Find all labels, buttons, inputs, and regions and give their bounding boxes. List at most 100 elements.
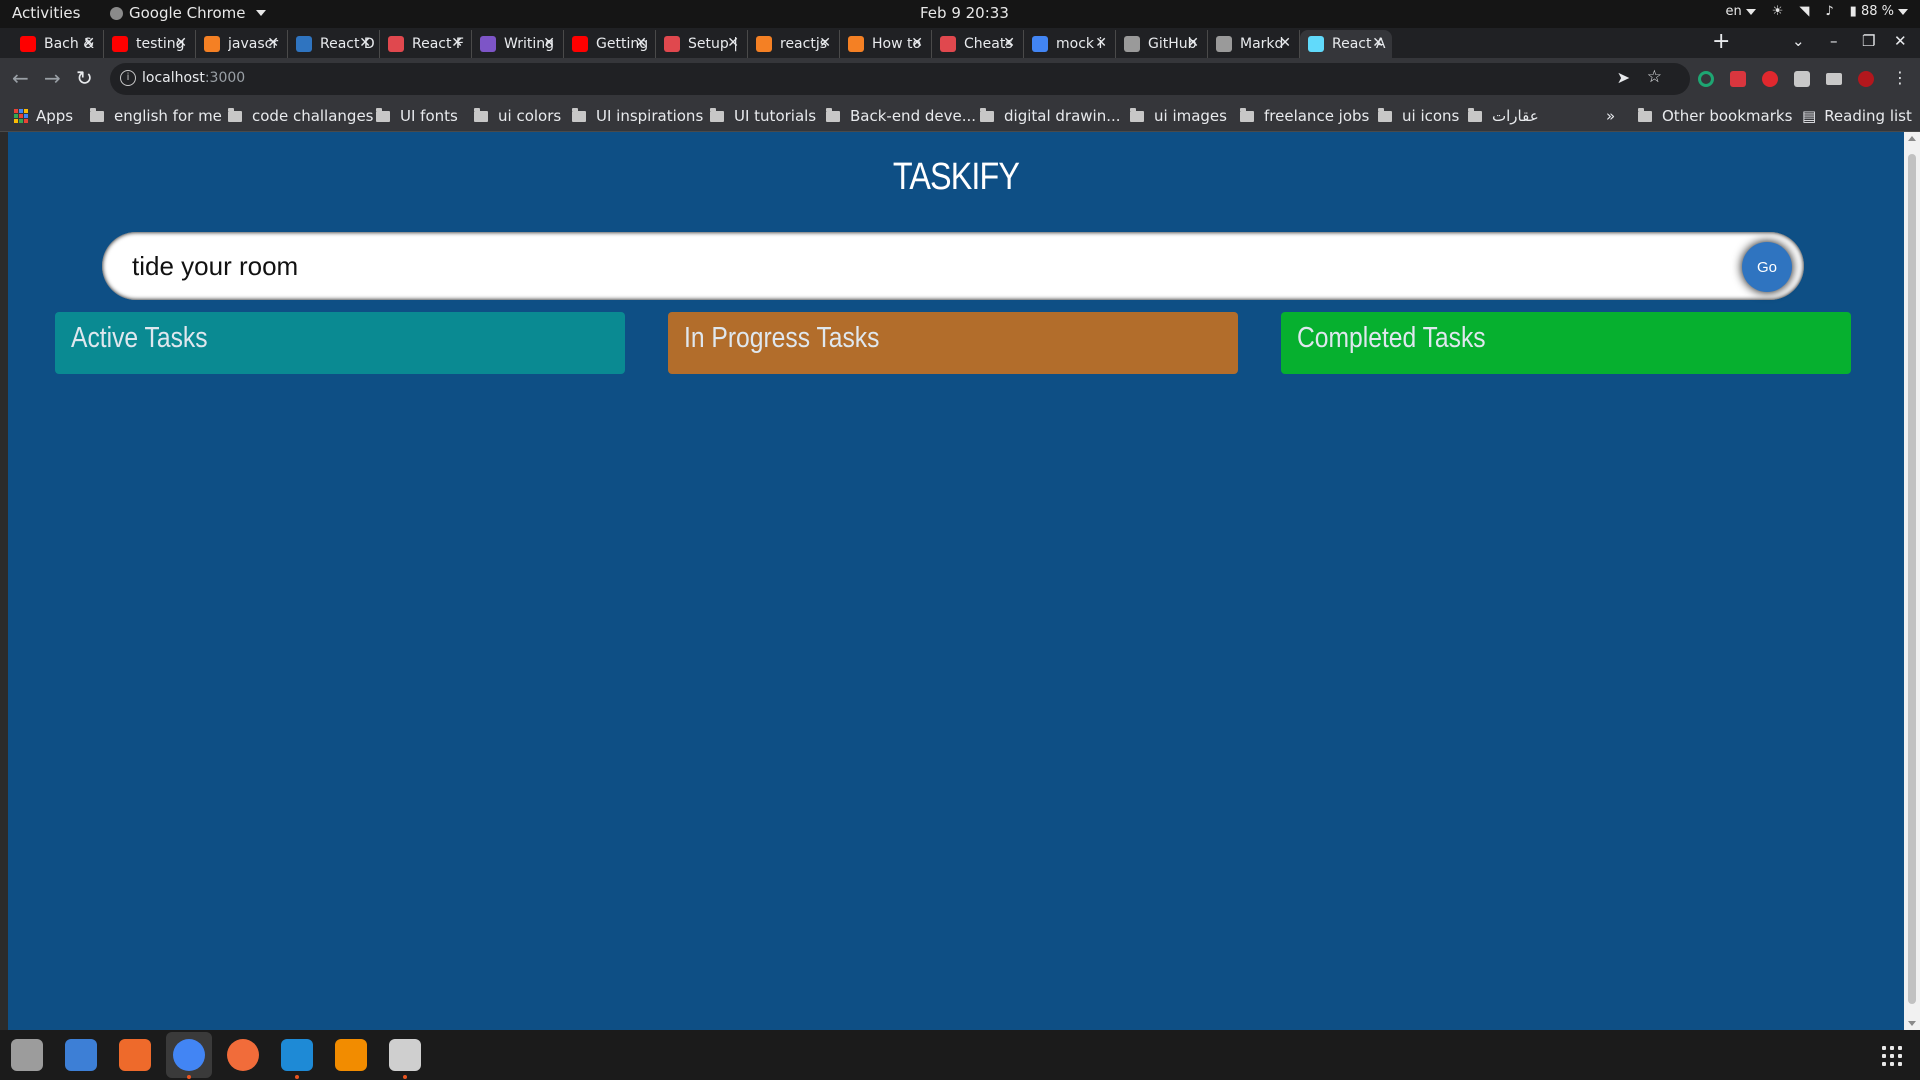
scrollbar-thumb[interactable]	[1908, 154, 1916, 1004]
folder-icon	[980, 107, 994, 122]
browser-tab[interactable]: testing ✕	[104, 30, 196, 58]
vscode-icon[interactable]	[281, 1039, 313, 1071]
system-tray[interactable]: en ☀ ◥ ♪ ▮ 88 %	[1725, 4, 1908, 19]
bookmark-folder[interactable]: ui colors	[474, 107, 561, 125]
close-tab-icon[interactable]: ✕	[727, 35, 739, 51]
postman-icon[interactable]	[227, 1039, 259, 1071]
bookmark-folder-label: عقارات	[1492, 107, 1539, 125]
window-border	[0, 132, 8, 1030]
maximize-button[interactable]: ❐	[1862, 32, 1875, 50]
browser-tab[interactable]: Getting ✕	[564, 30, 656, 58]
close-tab-icon[interactable]: ✕	[1095, 35, 1107, 51]
github-icon	[1216, 36, 1232, 52]
browser-tab[interactable]: How to ✕	[840, 30, 932, 58]
address-bar[interactable]: i localhost:3000 ➤ ☆	[110, 63, 1690, 95]
bookmarks-overflow-button[interactable]: »	[1606, 107, 1615, 125]
chrome-icon[interactable]	[173, 1039, 205, 1071]
browser-tab[interactable]: GitHub ✕	[1116, 30, 1208, 58]
browser-tab[interactable]: Setup | ✕	[656, 30, 748, 58]
close-tab-icon[interactable]: ✕	[543, 35, 555, 51]
chevron-down-icon	[1898, 8, 1908, 15]
browser-tab[interactable]: javascr ✕	[196, 30, 288, 58]
bookmark-star-icon[interactable]: ☆	[1647, 67, 1662, 87]
brightness-icon: ☀	[1771, 4, 1784, 19]
browser-tab[interactable]: Cheats ✕	[932, 30, 1024, 58]
close-tab-icon[interactable]: ✕	[175, 35, 187, 51]
minimize-button[interactable]: –	[1830, 32, 1838, 50]
close-tab-icon[interactable]: ✕	[1003, 35, 1015, 51]
bookmark-folder[interactable]: code challanges	[228, 107, 374, 125]
bookmark-folder[interactable]: Back-end deve...	[826, 107, 976, 125]
vlc-icon[interactable]	[335, 1039, 367, 1071]
extension-screenshot-icon[interactable]	[1730, 71, 1746, 87]
back-button[interactable]: ←	[12, 68, 29, 88]
task-input[interactable]	[102, 232, 1804, 300]
text-editor-icon[interactable]	[65, 1039, 97, 1071]
browser-tab[interactable]: reactjs ✕	[748, 30, 840, 58]
bookmark-folder-label: code challanges	[252, 107, 374, 125]
youtube-icon	[20, 36, 36, 52]
bookmark-other[interactable]: Other bookmarks	[1638, 107, 1792, 125]
stackoverflow-icon	[756, 36, 772, 52]
reading-list-button[interactable]: ▤ Reading list	[1802, 107, 1912, 125]
url-text: localhost:3000	[142, 70, 245, 86]
bookmark-folder[interactable]: ui icons	[1378, 107, 1459, 125]
bookmark-folder[interactable]: ui images	[1130, 107, 1227, 125]
browser-tab[interactable]: Markd ✕	[1208, 30, 1300, 58]
bookmark-folder[interactable]: UI fonts	[376, 107, 458, 125]
bookmark-folder[interactable]: عقارات	[1468, 107, 1539, 125]
tab-search-button[interactable]: ⌄	[1792, 32, 1805, 50]
chevron-down-icon	[1745, 8, 1756, 15]
show-applications-icon[interactable]	[1882, 1046, 1902, 1066]
bookmark-folder[interactable]: UI inspirations	[572, 107, 703, 125]
chrome-menu-icon[interactable]: ⋮	[1892, 68, 1908, 88]
media-controls-icon[interactable]	[1826, 73, 1842, 85]
system-clock[interactable]: Feb 9 20:33	[920, 4, 1009, 22]
bookmark-folder[interactable]: digital drawin...	[980, 107, 1121, 125]
screenshot-icon[interactable]	[389, 1039, 421, 1071]
page-scrollbar[interactable]	[1904, 132, 1920, 1030]
bookmark-folder-label: UI tutorials	[734, 107, 817, 125]
apps-grid-icon	[14, 109, 28, 123]
scroll-down-arrow-icon[interactable]	[1908, 1021, 1916, 1026]
go-button[interactable]: Go	[1742, 242, 1792, 292]
activities-button[interactable]: Activities	[12, 4, 80, 22]
scroll-up-arrow-icon[interactable]	[1908, 136, 1916, 141]
browser-tab[interactable]: React D ✕	[288, 30, 380, 58]
forward-button[interactable]: →	[44, 68, 61, 88]
browser-tab[interactable]: React F ✕	[380, 30, 472, 58]
browser-tab[interactable]: mock i ✕	[1024, 30, 1116, 58]
extensions-puzzle-icon[interactable]	[1794, 71, 1810, 87]
close-window-button[interactable]: ✕	[1894, 32, 1907, 50]
bookmark-apps[interactable]: Apps	[14, 107, 73, 125]
reload-button[interactable]: ↻	[76, 68, 93, 88]
close-tab-icon[interactable]: ✕	[635, 35, 647, 51]
completed-tasks-title: Completed Tasks	[1297, 322, 1486, 354]
extension-grammarly-icon[interactable]	[1698, 71, 1714, 87]
browser-tab[interactable]: Writing ✕	[472, 30, 564, 58]
bookmark-folder[interactable]: english for me	[90, 107, 222, 125]
new-tab-button[interactable]: +	[1712, 30, 1730, 54]
close-tab-icon[interactable]: ✕	[1279, 35, 1291, 51]
files-icon[interactable]	[11, 1039, 43, 1071]
language-indicator[interactable]: en	[1725, 4, 1756, 19]
active-tasks-column: Active Tasks	[55, 312, 625, 374]
close-tab-icon[interactable]: ✕	[451, 35, 463, 51]
browser-tab[interactable]: React A ✕	[1300, 30, 1392, 58]
close-tab-icon[interactable]: ✕	[359, 35, 371, 51]
close-tab-icon[interactable]: ✕	[911, 35, 923, 51]
close-tab-icon[interactable]: ✕	[1187, 35, 1199, 51]
profile-avatar[interactable]	[1858, 71, 1874, 87]
browser-tab[interactable]: Bach & ✕	[12, 30, 104, 58]
bookmark-folder[interactable]: freelance jobs	[1240, 107, 1369, 125]
extension-adblock-icon[interactable]	[1762, 71, 1778, 87]
software-center-icon[interactable]	[119, 1039, 151, 1071]
close-tab-icon[interactable]: ✕	[819, 35, 831, 51]
close-tab-icon[interactable]: ✕	[1372, 35, 1384, 51]
bookmark-folder[interactable]: UI tutorials	[710, 107, 816, 125]
close-tab-icon[interactable]: ✕	[83, 35, 95, 51]
close-tab-icon[interactable]: ✕	[267, 35, 279, 51]
send-icon[interactable]: ➤	[1617, 68, 1630, 87]
info-icon[interactable]: i	[120, 70, 136, 86]
app-menu[interactable]: Google Chrome	[110, 4, 266, 22]
